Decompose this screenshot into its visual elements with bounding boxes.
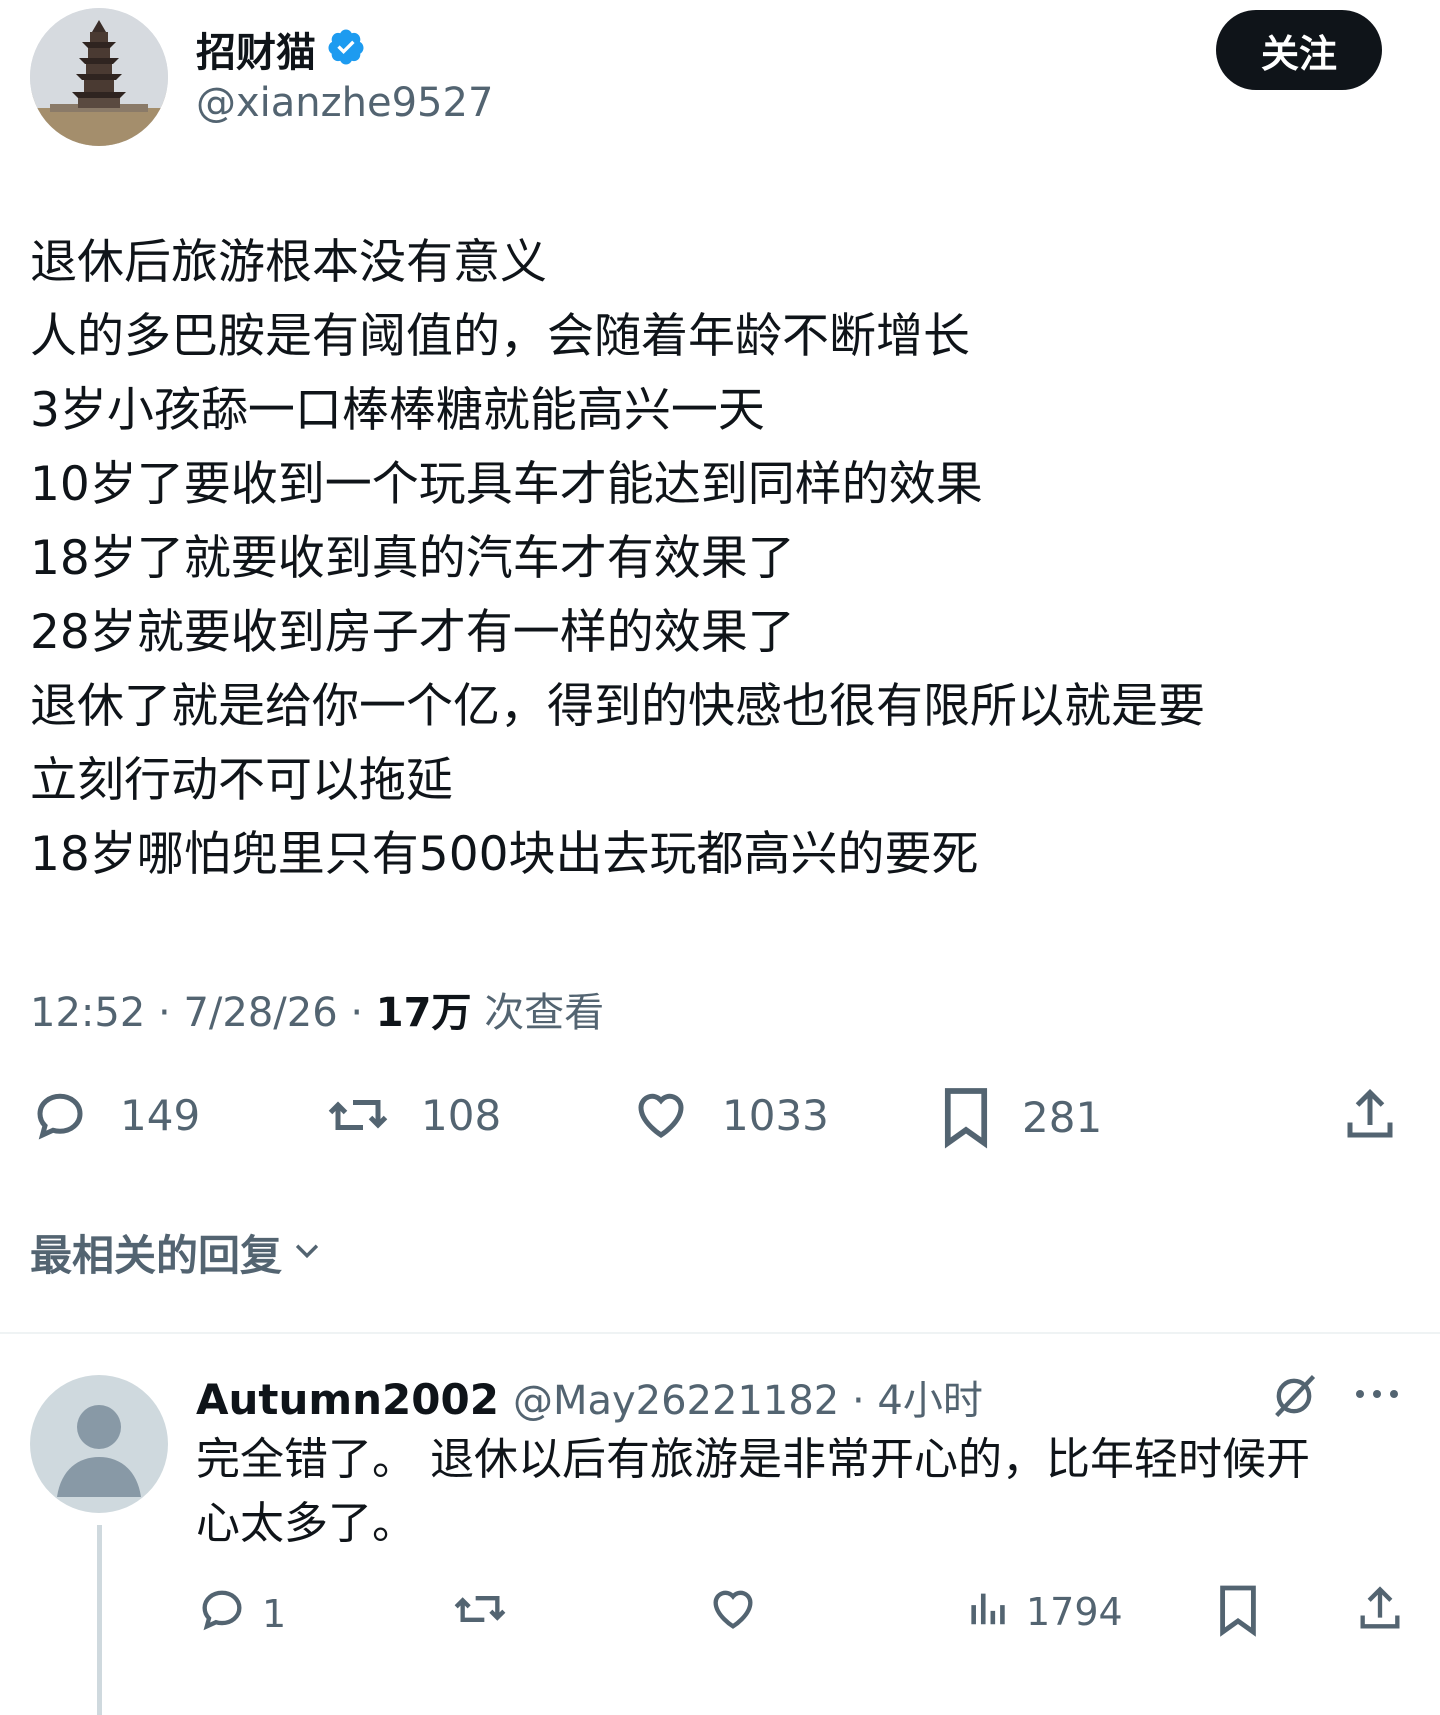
tweet-line: 10岁了要收到一个玩具车才能达到同样的效果 [30, 457, 983, 512]
reply-views-button[interactable]: 1794 [966, 1583, 1123, 1640]
reply-action-bar: 1 1794 [196, 1583, 1416, 1643]
author-name-row: 招财猫 [196, 20, 366, 78]
replies-sort-label: 最相关的回复 [30, 1231, 283, 1280]
tweet-line: 退休了就是给你一个亿，得到的快感也很有限所以就是要 [30, 679, 1205, 734]
retweet-icon [451, 1583, 509, 1644]
tweet-page: 招财猫 @xianzhe9527 关注 退休后旅游根本没有意义 人的多巴胺是有阈… [0, 0, 1440, 1715]
views-label: 次查看 [484, 990, 605, 1036]
views-count: 17万 [375, 990, 472, 1036]
tweet-time[interactable]: 12:52 [30, 990, 145, 1036]
reply-text: 完全错了。 退休以后有旅游是非常开心的，比年轻时候开 心太多了。 [196, 1428, 1396, 1556]
author-display-name[interactable]: 招财猫 [196, 20, 316, 78]
reply-bookmark-button[interactable] [1216, 1583, 1260, 1646]
pagoda-image [30, 8, 168, 146]
tweet-line: 人的多巴胺是有阈值的，会随着年龄不断增长 [30, 309, 970, 364]
divider [0, 1332, 1440, 1334]
author-handle[interactable]: @xianzhe9527 [196, 80, 493, 126]
tweet-line: 退休后旅游根本没有意义 [30, 235, 547, 290]
retweet-count: 108 [421, 1090, 502, 1140]
tweet-meta: 12:52 · 7/28/26 · 17万 次查看 [30, 980, 604, 1038]
more-icon[interactable] [1352, 1386, 1402, 1406]
bookmark-button[interactable]: 281 [940, 1085, 1102, 1149]
reply-author-name[interactable]: Autumn2002 [196, 1375, 499, 1424]
bookmark-icon [940, 1085, 992, 1149]
reply-header: Autumn2002 @May2622118​2 · 4小时 [196, 1368, 983, 1426]
tweet-action-bar: 149 108 1033 281 [30, 1085, 1410, 1155]
thread-line [97, 1525, 102, 1715]
reply-view-count: 1794 [1026, 1589, 1123, 1634]
reply-line: 完全错了。 退休以后有旅游是非常开心的，比年轻时候开 [196, 1434, 1310, 1485]
bookmark-icon [1216, 1583, 1260, 1646]
verified-icon [326, 27, 366, 71]
like-icon [706, 1583, 760, 1644]
reply-reply-button[interactable]: 1 [196, 1583, 286, 1644]
reply-icon [196, 1583, 248, 1644]
reply-button[interactable]: 149 [30, 1085, 200, 1145]
share-button[interactable] [1340, 1085, 1400, 1145]
bookmark-count: 281 [1022, 1092, 1103, 1142]
reply-icon [30, 1085, 90, 1145]
like-button[interactable]: 1033 [630, 1085, 829, 1145]
tweet-line: 28岁就要收到房子才有一样的效果了 [30, 605, 795, 660]
reply-like-button[interactable] [706, 1583, 760, 1644]
views-icon [966, 1583, 1012, 1640]
reply-count: 149 [120, 1090, 201, 1140]
retweet-button[interactable]: 108 [325, 1085, 501, 1145]
author-avatar[interactable] [30, 8, 168, 146]
tweet-line: 18岁哪怕兜里只有500块出去玩都高兴的要死 [30, 827, 979, 882]
reply-line: 心太多了。 [196, 1498, 416, 1549]
like-icon [630, 1085, 692, 1145]
reply-share-button[interactable] [1354, 1583, 1406, 1644]
share-icon [1354, 1583, 1406, 1644]
tweet-line: 3岁小孩舔一口棒棒糖就能高兴一天 [30, 383, 765, 438]
default-avatar-icon [57, 1405, 141, 1497]
follow-button[interactable]: 关注 [1216, 10, 1382, 90]
like-count: 1033 [722, 1090, 829, 1140]
reply-reply-count: 1 [262, 1591, 287, 1636]
tweet-text: 退休后旅游根本没有意义 人的多巴胺是有阈值的，会随着年龄不断增长 3岁小孩舔一口… [30, 226, 1420, 892]
chevron-down-icon [290, 1228, 324, 1277]
share-icon [1340, 1085, 1400, 1145]
replies-sort-dropdown[interactable]: 最相关的回复 [30, 1222, 324, 1283]
reply-handle-time[interactable]: @May2622118​2 · 4小时 [513, 1368, 983, 1426]
grok-icon[interactable] [1268, 1370, 1320, 1426]
retweet-icon [325, 1085, 391, 1145]
meta-separator: · [350, 990, 376, 1036]
reply-retweet-button[interactable] [451, 1583, 509, 1644]
meta-separator: · [158, 990, 184, 1036]
tweet-line: 18岁了就要收到真的汽车才有效果了 [30, 531, 795, 586]
tweet-date[interactable]: 7/28/26 [183, 990, 337, 1036]
tweet-line: 立刻行动不可以拖延 [30, 753, 453, 808]
reply-avatar[interactable] [30, 1375, 168, 1513]
